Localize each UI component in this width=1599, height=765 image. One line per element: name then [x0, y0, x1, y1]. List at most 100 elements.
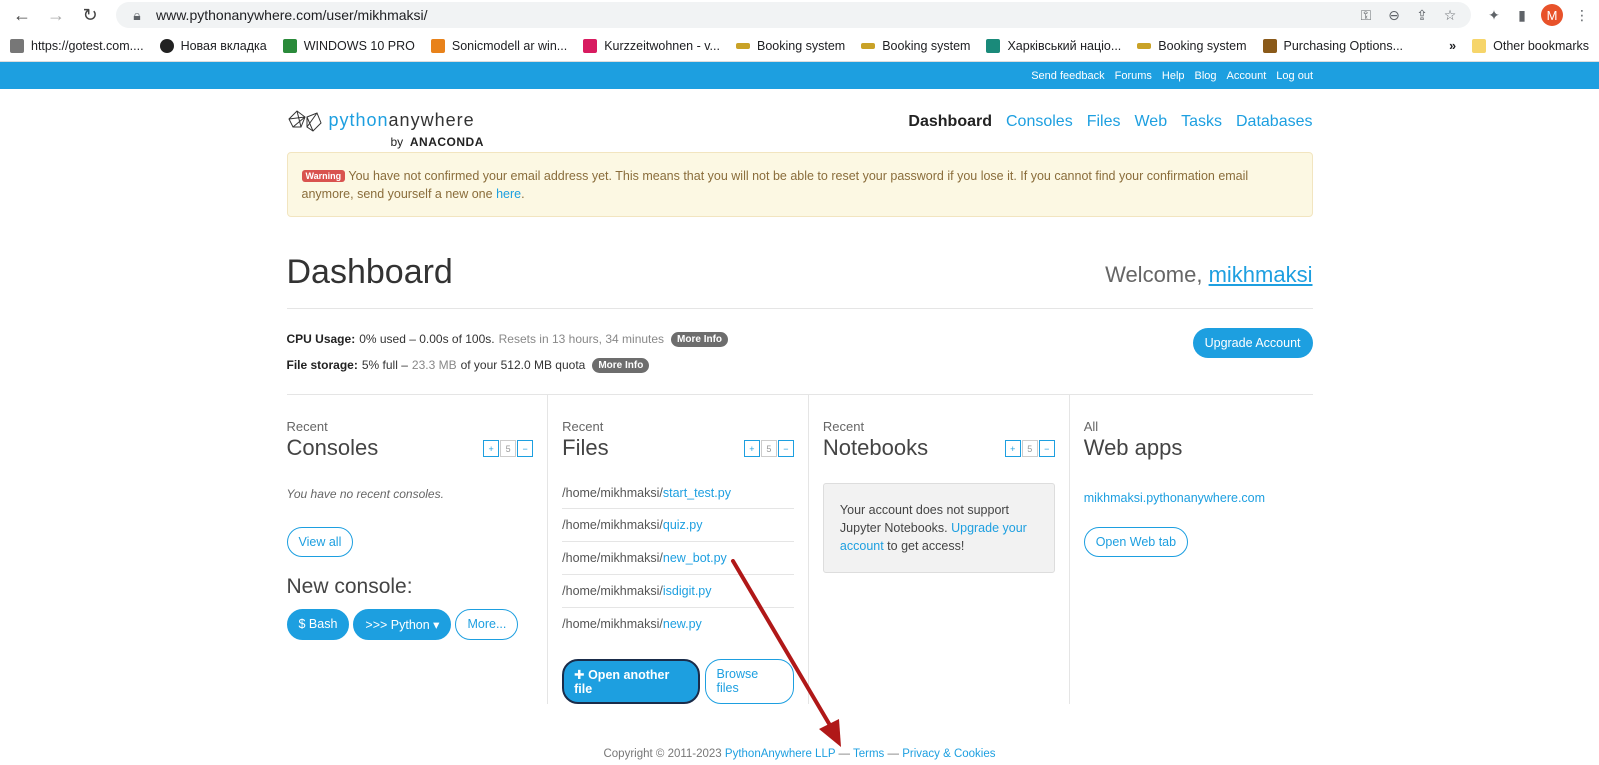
blog-link[interactable]: Blog — [1195, 70, 1217, 82]
open-another-file-button[interactable]: ✚ Open another file — [562, 659, 700, 704]
nav-dashboard[interactable]: Dashboard — [908, 113, 992, 131]
site-icon — [861, 42, 876, 49]
forward-icon[interactable]: → — [42, 1, 70, 29]
recent-files-list: /home/mikhmaksi/start_test.py /home/mikh… — [562, 481, 794, 641]
reload-icon[interactable]: ↻ — [76, 1, 104, 29]
list-item: /home/mikhmaksi/new_bot.py — [562, 542, 794, 575]
list-item: /home/mikhmaksi/quiz.py — [562, 509, 794, 542]
browse-files-button[interactable]: Browse files — [704, 659, 794, 704]
consoles-count-stepper: +5− — [482, 440, 534, 457]
nav-consoles[interactable]: Consoles — [1006, 113, 1073, 131]
minus-icon[interactable]: − — [517, 440, 534, 457]
privacy-link[interactable]: Privacy & Cookies — [902, 748, 995, 760]
page-title: Dashboard — [286, 253, 453, 291]
key-icon[interactable]: ⚿ — [1357, 7, 1375, 24]
webapp-link[interactable]: mikhmaksi.pythonanywhere.com — [1084, 491, 1313, 505]
warning-text: You have not confirmed your email addres… — [301, 169, 1249, 201]
share-icon[interactable]: ⇪ — [1413, 7, 1431, 24]
nav-tasks[interactable]: Tasks — [1181, 113, 1222, 131]
url-text[interactable]: www.pythonanywhere.com/user/mikhmaksi/ — [156, 7, 1347, 23]
username-link[interactable]: mikhmaksi — [1209, 262, 1313, 287]
storage-more-info-button[interactable]: More Info — [592, 357, 650, 373]
nav-databases[interactable]: Databases — [1236, 113, 1313, 131]
bookmark-item[interactable]: Kurzzeitwohnen - v... — [583, 38, 720, 53]
dashboard-header: Dashboard Welcome, mikhmaksi — [286, 253, 1313, 309]
send-feedback-link[interactable]: Send feedback — [1031, 70, 1104, 82]
no-consoles-text: You have no recent consoles. — [286, 487, 444, 501]
browser-toolbar: ← → ↻ 🔒︎ www.pythonanywhere.com/user/mik… — [0, 0, 1599, 30]
open-web-tab-button[interactable]: Open Web tab — [1083, 527, 1189, 557]
resend-confirmation-link[interactable]: here — [496, 187, 521, 201]
usage-panel: CPU Usage: 0% used – 0.00s of 100s. Rese… — [286, 309, 1313, 395]
email-warning: Warning You have not confirmed your emai… — [286, 152, 1313, 217]
terms-link[interactable]: Terms — [853, 748, 884, 760]
site-icon — [1137, 42, 1152, 49]
consoles-column: Recent Consoles +5− You have no recent c… — [286, 395, 548, 704]
file-link[interactable]: new_bot.py — [663, 551, 727, 565]
menu-icon[interactable]: ⋮ — [1573, 7, 1591, 24]
logo-text: pythonanywhere — [328, 110, 475, 130]
plus-icon[interactable]: + — [743, 440, 760, 457]
star-icon[interactable]: ☆ — [1441, 7, 1459, 24]
plus-icon[interactable]: + — [483, 440, 500, 457]
other-bookmarks[interactable]: Other bookmarks — [1472, 38, 1589, 53]
site-icon — [583, 38, 598, 53]
list-item: /home/mikhmaksi/isdigit.py — [562, 575, 794, 608]
more-consoles-button[interactable]: More... — [455, 609, 519, 640]
globe-icon — [159, 38, 174, 53]
dashboard-columns: Recent Consoles +5− You have no recent c… — [286, 395, 1313, 704]
site-topbar: Send feedback Forums Help Blog Account L… — [0, 62, 1599, 89]
new-console-heading: New console: — [286, 575, 413, 598]
account-link[interactable]: Account — [1227, 70, 1267, 82]
file-link[interactable]: isdigit.py — [663, 584, 712, 598]
file-link[interactable]: new.py — [663, 617, 702, 631]
bookmark-item[interactable]: Харківський націо... — [986, 38, 1121, 53]
folder-icon — [1472, 38, 1487, 53]
lock-icon: 🔒︎ — [133, 6, 141, 23]
page-icon — [10, 38, 24, 53]
bookmark-item[interactable]: Новая вкладка — [159, 38, 267, 53]
list-item: /home/mikhmaksi/start_test.py — [562, 481, 794, 509]
logo[interactable]: pythonanywhere by ANACONDA — [287, 109, 483, 149]
minus-icon[interactable]: − — [1038, 440, 1055, 457]
cpu-more-info-button[interactable]: More Info — [671, 331, 729, 347]
bookmark-item[interactable]: Booking system — [735, 39, 845, 53]
bookmark-item[interactable]: Sonicmodell ar win... — [430, 38, 567, 53]
bookmark-item[interactable]: Booking system — [861, 39, 970, 53]
new-console-buttons: $ Bash >>> Python ▾ More... — [286, 609, 534, 640]
nav-web[interactable]: Web — [1134, 113, 1167, 131]
help-link[interactable]: Help — [1162, 70, 1185, 82]
files-count-stepper: +5− — [743, 440, 794, 457]
file-link[interactable]: start_test.py — [663, 486, 731, 500]
view-all-consoles-button[interactable]: View all — [286, 527, 354, 557]
back-icon[interactable]: ← — [8, 1, 36, 29]
upgrade-account-button[interactable]: Upgrade Account — [1192, 328, 1313, 358]
files-column: Recent Files +5− /home/mikhmaksi/start_t… — [547, 395, 808, 704]
profile-avatar[interactable]: M — [1541, 4, 1563, 26]
python-console-button[interactable]: >>> Python ▾ — [353, 609, 452, 640]
notebooks-count-stepper: +5− — [1004, 440, 1055, 457]
plus-icon[interactable]: + — [1004, 440, 1021, 457]
welcome-message: Welcome, mikhmaksi — [1105, 262, 1313, 287]
company-link[interactable]: PythonAnywhere LLP — [725, 748, 835, 760]
bash-console-button[interactable]: $ Bash — [286, 609, 350, 640]
sidepanel-icon[interactable]: ▮ — [1513, 7, 1531, 24]
extensions-icon[interactable]: ✦ — [1485, 7, 1503, 24]
bookmark-item[interactable]: Booking system — [1137, 39, 1247, 53]
logout-link[interactable]: Log out — [1276, 70, 1313, 82]
site-icon — [735, 42, 750, 49]
forums-link[interactable]: Forums — [1115, 70, 1152, 82]
bookmark-item[interactable]: Purchasing Options... — [1262, 38, 1403, 53]
bookmark-item[interactable]: WINDOWS 10 PRO — [282, 38, 415, 53]
file-link[interactable]: quiz.py — [663, 518, 703, 532]
site-icon — [282, 38, 297, 53]
logo-mark-icon — [287, 110, 322, 132]
list-item: /home/mikhmaksi/new.py — [562, 617, 702, 631]
more-bookmarks-icon[interactable]: » — [1449, 39, 1456, 53]
address-bar[interactable]: 🔒︎ www.pythonanywhere.com/user/mikhmaksi… — [116, 2, 1471, 28]
zoom-icon[interactable]: ⊖ — [1385, 7, 1403, 24]
minus-icon[interactable]: − — [777, 440, 794, 457]
cpu-usage-row: CPU Usage: 0% used – 0.00s of 100s. Rese… — [287, 326, 1313, 352]
nav-files[interactable]: Files — [1087, 113, 1121, 131]
bookmark-item[interactable]: https://gotest.com.... — [10, 38, 144, 53]
